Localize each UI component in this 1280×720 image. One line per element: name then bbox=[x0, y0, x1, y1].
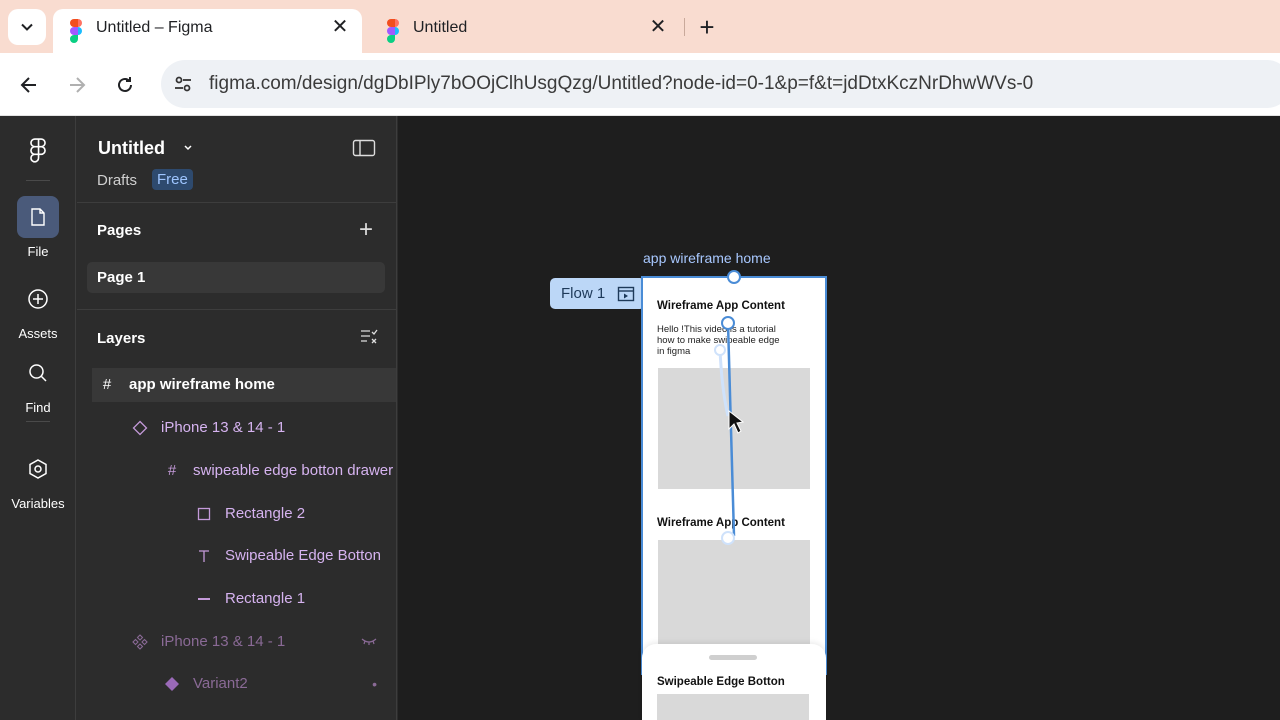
content-heading: Wireframe App Content bbox=[657, 300, 785, 312]
file-icon bbox=[17, 196, 59, 238]
design-canvas[interactable]: app wireframe home Flow 1 Wireframe App … bbox=[398, 116, 1280, 720]
chevron-down-icon[interactable] bbox=[181, 140, 195, 154]
line-icon bbox=[198, 598, 210, 600]
image-placeholder bbox=[658, 368, 810, 489]
rectangle-icon bbox=[197, 507, 211, 521]
flow-label: Flow 1 bbox=[561, 285, 606, 302]
app-wireframe-frame[interactable]: Wireframe App Content Hello !This video … bbox=[641, 276, 827, 675]
instance-diamond-icon bbox=[132, 420, 148, 436]
layer-row[interactable]: Rectangle 2 bbox=[77, 497, 396, 531]
url-text: figma.com/design/dgDbIPly7bOOjClhUsgQzg/… bbox=[209, 73, 1034, 94]
layer-name: Variant2 bbox=[193, 675, 248, 692]
figma-favicon-icon bbox=[70, 19, 82, 43]
text-icon bbox=[199, 550, 209, 562]
image-placeholder bbox=[658, 540, 810, 650]
figma-app: File Assets Find Variables Untitled Draf… bbox=[0, 116, 1280, 720]
rail-item-find[interactable]: Find bbox=[0, 352, 76, 415]
rail-label: Assets bbox=[18, 326, 58, 341]
figma-menu-button[interactable] bbox=[0, 134, 76, 167]
forward-button[interactable] bbox=[61, 69, 93, 101]
flow-starting-point[interactable]: Flow 1 bbox=[550, 278, 645, 309]
hexagon-icon bbox=[17, 448, 59, 490]
reload-icon bbox=[118, 77, 132, 92]
new-tab-button[interactable]: + bbox=[692, 12, 722, 42]
address-bar[interactable]: figma.com/design/dgDbIPly7bOOjClhUsgQzg/… bbox=[161, 60, 1280, 108]
rail-item-variables[interactable]: Variables bbox=[0, 448, 76, 511]
layer-options-icon[interactable] bbox=[360, 329, 378, 345]
reload-button[interactable] bbox=[109, 69, 141, 101]
layer-row[interactable]: # swipeable edge botton drawer bbox=[77, 454, 396, 488]
drawer-handle[interactable] bbox=[709, 655, 757, 660]
plus-circle-icon bbox=[17, 278, 59, 320]
frame-hash-icon: # bbox=[167, 462, 177, 479]
layers-header: Layers bbox=[97, 330, 146, 347]
content-heading: Wireframe App Content bbox=[657, 517, 785, 529]
drawer-title: Swipeable Edge Botton bbox=[657, 676, 785, 688]
layer-name: Rectangle 1 bbox=[225, 590, 306, 607]
rail-label: Variables bbox=[11, 496, 65, 511]
close-tab-icon[interactable]: ✕ bbox=[330, 17, 350, 37]
content-paragraph: Hello !This video is a tutorial how to m… bbox=[657, 324, 780, 357]
page-item-label: Page 1 bbox=[97, 269, 146, 286]
tab-search-button[interactable] bbox=[8, 9, 46, 45]
browser-toolbar: figma.com/design/dgDbIPly7bOOjClhUsgQzg/… bbox=[0, 53, 1280, 116]
layer-row[interactable]: Rectangle 1 bbox=[77, 582, 396, 616]
left-rail: File Assets Find Variables bbox=[0, 116, 76, 720]
tab-separator bbox=[684, 18, 685, 36]
layer-row[interactable]: Swipeable Edge Botton bbox=[77, 539, 396, 573]
left-panel: Untitled Drafts Free Pages + Page 1 Laye… bbox=[77, 116, 397, 720]
tab-title: Untitled – Figma bbox=[96, 19, 213, 36]
layer-name: Rectangle 2 bbox=[225, 505, 306, 522]
close-tab-icon[interactable]: ✕ bbox=[648, 17, 668, 37]
browser-tab-inactive[interactable]: Untitled ✕ bbox=[370, 9, 680, 53]
frame-label[interactable]: app wireframe home bbox=[643, 250, 771, 266]
sidebar-toggle-icon[interactable] bbox=[352, 138, 376, 158]
prototype-overlay bbox=[714, 270, 745, 545]
swipeable-drawer[interactable]: Swipeable Edge Botton bbox=[642, 644, 826, 720]
add-page-icon[interactable]: + bbox=[359, 218, 373, 242]
pages-header: Pages bbox=[97, 222, 142, 239]
layer-row[interactable]: Variant2 • bbox=[77, 667, 396, 701]
plan-badge[interactable]: Free bbox=[152, 169, 193, 190]
rail-label: File bbox=[27, 244, 49, 259]
browser-tab-active[interactable]: Untitled – Figma ✕ bbox=[53, 9, 362, 53]
rail-divider bbox=[26, 421, 50, 422]
layer-name: Swipeable Edge Botton bbox=[225, 547, 381, 564]
arrow-left-icon bbox=[20, 77, 36, 93]
frame-hash-icon: # bbox=[102, 376, 112, 393]
rail-divider bbox=[26, 180, 50, 181]
rail-item-assets[interactable]: Assets bbox=[0, 278, 76, 341]
browser-tab-bar: Untitled – Figma ✕ Untitled ✕ + bbox=[0, 0, 1280, 53]
present-icon[interactable] bbox=[617, 286, 635, 302]
page-item[interactable]: Page 1 bbox=[87, 262, 385, 293]
layer-row[interactable]: iPhone 13 & 14 - 1 bbox=[77, 411, 396, 445]
component-diamond-icon bbox=[165, 677, 179, 691]
component-set-icon bbox=[132, 634, 148, 650]
dot-icon: • bbox=[372, 676, 377, 692]
site-settings-icon[interactable] bbox=[173, 74, 193, 94]
file-title[interactable]: Untitled bbox=[98, 138, 165, 159]
panel-divider bbox=[77, 309, 396, 310]
arrow-right-icon bbox=[70, 77, 86, 93]
search-icon bbox=[17, 352, 59, 394]
hidden-eye-icon[interactable] bbox=[361, 637, 377, 647]
figma-favicon-icon bbox=[387, 19, 399, 43]
rail-label: Find bbox=[25, 400, 51, 415]
layer-name: swipeable edge botton drawer bbox=[193, 462, 394, 479]
tab-title: Untitled bbox=[413, 19, 468, 36]
panel-divider bbox=[77, 202, 396, 203]
layer-name: iPhone 13 & 14 - 1 bbox=[161, 419, 286, 436]
drafts-link[interactable]: Drafts bbox=[97, 172, 137, 189]
drawer-placeholder bbox=[657, 694, 809, 720]
back-button[interactable] bbox=[13, 69, 45, 101]
rail-item-file[interactable]: File bbox=[0, 196, 76, 259]
figma-logo-icon bbox=[30, 138, 46, 163]
layer-row[interactable]: iPhone 13 & 14 - 1 bbox=[77, 625, 396, 659]
layer-row[interactable]: # app wireframe home bbox=[92, 368, 396, 402]
layer-name: iPhone 13 & 14 - 1 bbox=[161, 633, 286, 650]
chevron-down-icon bbox=[21, 23, 33, 31]
layer-name: app wireframe home bbox=[129, 376, 275, 393]
